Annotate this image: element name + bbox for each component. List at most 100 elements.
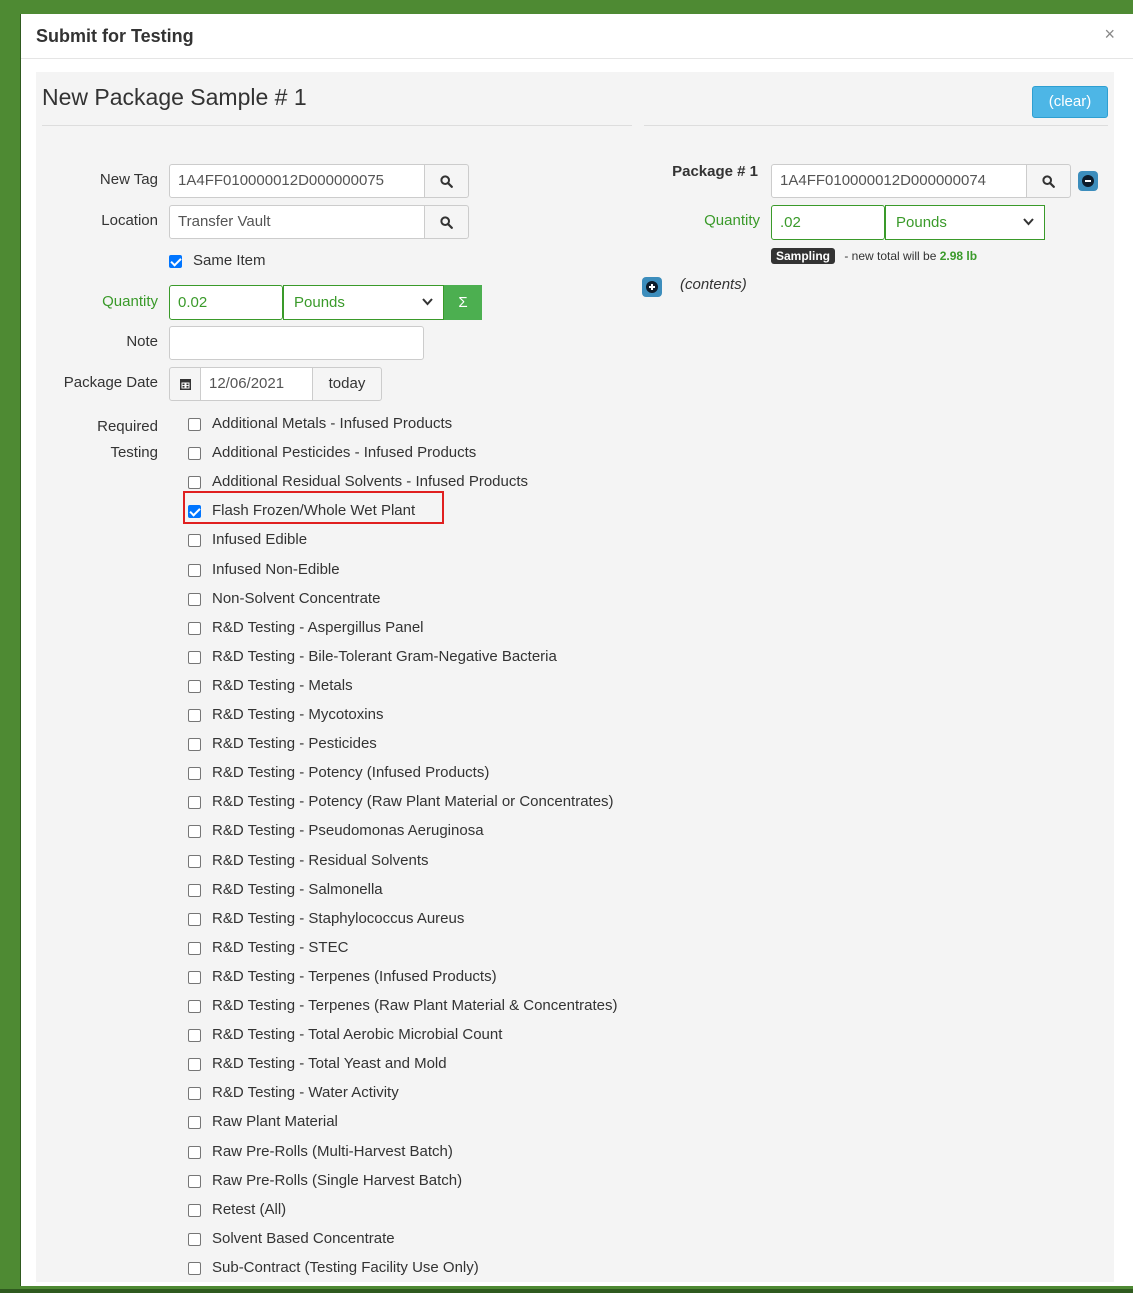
remove-package-button[interactable] <box>1078 171 1098 191</box>
test-option-label: R&D Testing - Pesticides <box>212 735 377 753</box>
divider <box>42 125 632 126</box>
test-option-checkbox[interactable] <box>188 1058 201 1072</box>
chevron-down-icon <box>422 286 433 331</box>
test-option-checkbox[interactable] <box>188 505 201 519</box>
test-option-label: R&D Testing - Pseudomonas Aeruginosa <box>212 822 484 840</box>
package-date-label: Package Date <box>63 374 158 391</box>
package-date-input[interactable]: 12/06/2021 <box>200 367 313 401</box>
test-option-checkbox[interactable] <box>188 912 201 926</box>
today-button[interactable]: today <box>312 367 382 401</box>
test-option-checkbox[interactable] <box>188 796 201 810</box>
location-input[interactable]: Transfer Vault <box>169 205 425 239</box>
test-option-checkbox[interactable] <box>188 534 201 548</box>
chevron-down-icon <box>1023 206 1034 251</box>
test-option-label: Additional Pesticides - Infused Products <box>212 444 477 462</box>
test-option-checkbox[interactable] <box>188 1000 201 1013</box>
required-testing-label-line2: Testing <box>110 444 158 461</box>
contents-label: (contents) <box>680 276 747 293</box>
quantity-input[interactable]: 0.02 <box>169 285 283 320</box>
section-title: New Package Sample # 1 <box>42 84 307 110</box>
test-option-checkbox[interactable] <box>188 1116 201 1130</box>
sum-button[interactable]: Σ <box>444 285 482 320</box>
test-option-checkbox[interactable] <box>188 476 201 490</box>
test-option-checkbox[interactable] <box>188 1261 201 1275</box>
test-option-label: R&D Testing - Potency (Infused Products) <box>212 764 490 782</box>
test-option-checkbox[interactable] <box>188 825 201 839</box>
test-option-checkbox[interactable] <box>188 1087 201 1101</box>
minus-circle-icon <box>1082 175 1094 187</box>
modal-header: Submit for Testing × <box>21 14 1133 59</box>
search-icon <box>440 174 453 188</box>
test-option-label: Sub-Contract (Testing Facility Use Only) <box>212 1258 479 1276</box>
test-option-label: Retest (All) <box>212 1200 287 1218</box>
test-option-checkbox[interactable] <box>188 447 201 461</box>
package-search-button[interactable] <box>1026 164 1071 198</box>
test-option-label: Infused Edible <box>212 531 308 549</box>
page-bottom-border <box>0 1289 1133 1293</box>
divider <box>644 125 1108 126</box>
test-option-label: R&D Testing - Terpenes (Raw Plant Materi… <box>212 997 618 1014</box>
test-option-label: Solvent Based Concentrate <box>212 1229 395 1247</box>
quantity-label: Quantity <box>102 293 158 310</box>
test-option-checkbox[interactable] <box>188 1029 201 1043</box>
note-input[interactable] <box>169 326 424 360</box>
test-option-checkbox[interactable] <box>188 592 201 606</box>
test-option-label: R&D Testing - Potency (Raw Plant Materia… <box>212 793 614 811</box>
test-option-label: R&D Testing - Metals <box>212 676 353 694</box>
test-option-label: Raw Pre-Rolls (Multi-Harvest Batch) <box>212 1142 453 1160</box>
test-option-checkbox[interactable] <box>188 418 201 431</box>
search-icon <box>440 215 453 229</box>
test-option-label: R&D Testing - Water Activity <box>212 1084 399 1102</box>
test-option-label: R&D Testing - Staphylococcus Aureus <box>212 909 465 927</box>
add-contents-button[interactable] <box>642 277 662 297</box>
new-tag-label: New Tag <box>99 171 158 188</box>
new-tag-search-button[interactable] <box>424 164 469 198</box>
calendar-icon <box>179 379 191 390</box>
test-option-checkbox[interactable] <box>188 709 201 722</box>
test-option-checkbox[interactable] <box>188 941 201 955</box>
test-option-label: R&D Testing - Salmonella <box>212 880 383 898</box>
test-option-checkbox[interactable] <box>188 738 201 752</box>
required-testing-label-line1: Required <box>97 418 158 435</box>
test-option-checkbox[interactable] <box>188 883 201 897</box>
close-button[interactable]: × <box>1104 24 1115 45</box>
test-option-label: R&D Testing - Aspergillus Panel <box>212 618 424 636</box>
test-option-checkbox[interactable] <box>188 621 201 635</box>
new-total-prefix: - new total will be <box>841 249 940 263</box>
new-total-text: - new total will be 2.98 lb <box>841 249 977 263</box>
required-testing-label: Required Testing <box>36 414 158 466</box>
test-option-label: R&D Testing - Mycotoxins <box>212 706 384 723</box>
test-option-checkbox[interactable] <box>188 1145 201 1159</box>
test-option-label: R&D Testing - Total Yeast and Mold <box>212 1055 447 1073</box>
package-quantity-label: Quantity <box>704 212 760 229</box>
search-icon <box>1042 174 1055 188</box>
test-option-label: Raw Plant Material <box>212 1113 338 1131</box>
new-tag-input[interactable]: 1A4FF010000012D000000075 <box>169 164 425 198</box>
test-option-label: R&D Testing - Bile-Tolerant Gram-Negativ… <box>212 647 557 665</box>
modal-body: New Package Sample # 1 (clear) New Tag 1… <box>36 72 1114 1282</box>
test-option-checkbox[interactable] <box>188 1203 201 1217</box>
test-option-label: Infused Non-Edible <box>212 560 340 578</box>
quantity-unit-select[interactable]: Pounds <box>283 285 444 320</box>
test-option-checkbox[interactable] <box>188 650 201 664</box>
test-option-checkbox[interactable] <box>188 970 201 984</box>
calendar-button[interactable] <box>169 367 201 401</box>
test-option-checkbox[interactable] <box>188 767 201 781</box>
test-option-checkbox[interactable] <box>188 679 201 693</box>
same-item-checkbox[interactable] <box>169 255 182 268</box>
test-option-label: R&D Testing - Terpenes (Infused Products… <box>212 967 497 985</box>
test-option-label: R&D Testing - Total Aerobic Microbial Co… <box>212 1026 503 1044</box>
test-option-label: Flash Frozen/Whole Wet Plant <box>212 502 416 520</box>
package-unit-select[interactable]: Pounds <box>885 205 1045 240</box>
test-option-checkbox[interactable] <box>188 1174 201 1188</box>
test-option-label: R&D Testing - STEC <box>212 938 349 956</box>
test-option-checkbox[interactable] <box>188 1232 201 1246</box>
test-option-checkbox[interactable] <box>188 854 201 868</box>
test-option-checkbox[interactable] <box>188 563 201 577</box>
plus-circle-icon <box>646 281 658 293</box>
package-tag-input[interactable]: 1A4FF010000012D000000074 <box>771 164 1027 198</box>
clear-button[interactable]: (clear) <box>1032 86 1108 118</box>
package-quantity-input[interactable]: .02 <box>771 205 885 240</box>
new-total-value: 2.98 lb <box>939 249 978 263</box>
location-search-button[interactable] <box>424 205 469 239</box>
